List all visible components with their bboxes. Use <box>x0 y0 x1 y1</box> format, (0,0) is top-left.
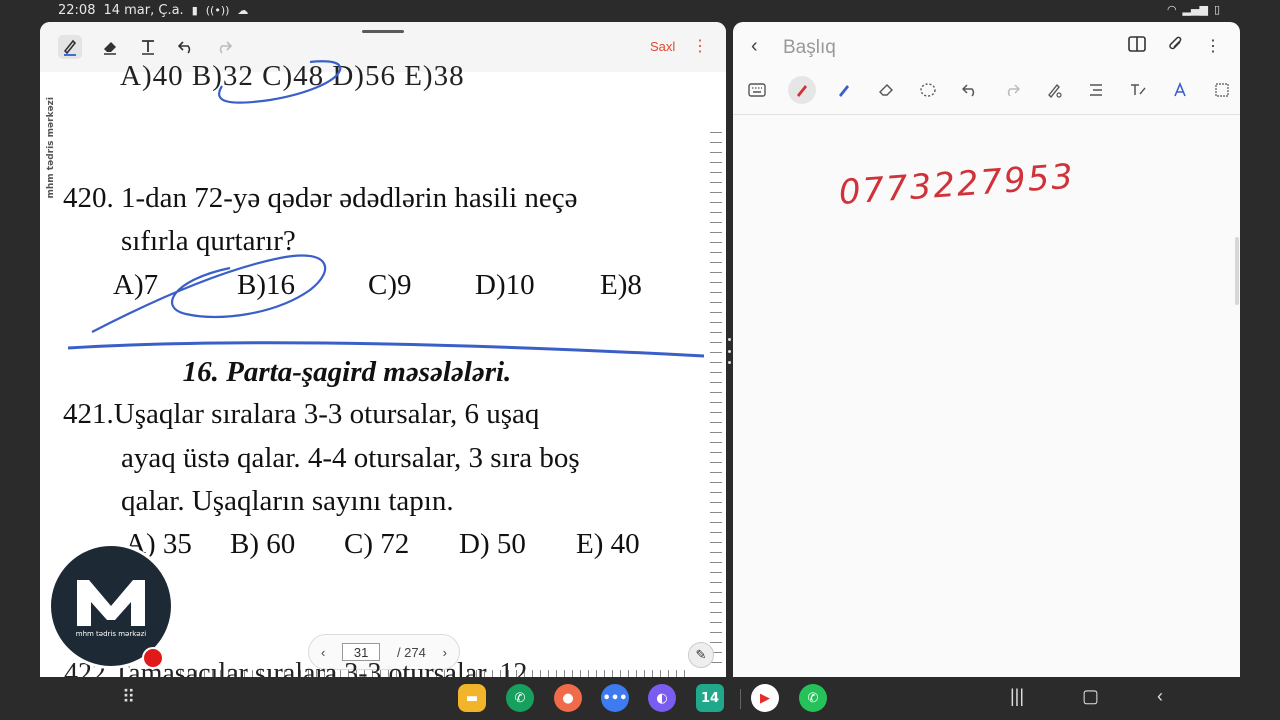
q420-option-b: B)16 <box>237 269 295 301</box>
battery-icon: ▯ <box>1213 3 1220 16</box>
cloud-icon: ☁ <box>237 4 249 17</box>
q421-line3: qalar. Uşaqların sayını tapın. <box>121 485 454 517</box>
youtube-app-icon[interactable]: ▶ <box>751 684 779 712</box>
text-box-icon[interactable] <box>1208 76 1236 104</box>
save-button[interactable]: Saxl <box>650 39 675 54</box>
back-arrow-icon[interactable]: ‹ <box>751 35 758 58</box>
messages-app-icon[interactable]: ••• <box>601 684 629 712</box>
pen-icon[interactable] <box>58 35 82 59</box>
q421-option-d: D) 50 <box>459 528 526 560</box>
font-style-icon[interactable] <box>1166 76 1194 104</box>
battery-alert-icon: ▮ <box>191 4 198 17</box>
wifi-icon: ◠ <box>1166 3 1177 16</box>
notes-toolbar <box>733 76 1240 106</box>
home-icon[interactable]: ▢ <box>1082 686 1099 707</box>
files-app-icon[interactable]: ▬ <box>458 684 486 712</box>
vertical-ruler <box>708 132 722 672</box>
eraser-icon[interactable] <box>98 35 122 59</box>
lasso-icon[interactable] <box>914 76 942 104</box>
q420-option-c: C)9 <box>368 269 412 301</box>
handwriting-to-text-icon[interactable] <box>1124 76 1152 104</box>
redo-icon[interactable] <box>998 76 1026 104</box>
side-watermark: mhm tədris mərkəzi <box>46 97 56 199</box>
q421-option-b: B) 60 <box>230 528 296 560</box>
notes-header: ‹ Başlıq ⋮ <box>733 22 1240 72</box>
undo-icon[interactable] <box>174 35 198 59</box>
status-date: 14 mar, Ç.a. <box>103 3 184 18</box>
undo-icon[interactable] <box>956 76 984 104</box>
keyboard-icon[interactable] <box>743 76 771 104</box>
previous-question-answers: A)40 B)32 C)48 D)56 E)38 <box>120 60 465 92</box>
contacts-app-icon[interactable]: ● <box>554 684 582 712</box>
status-time: 22:08 <box>58 3 96 18</box>
handwritten-phone-number: 0773227953 <box>837 156 1077 213</box>
q420-line2: sıfırla qurtarır? <box>121 225 296 257</box>
recent-apps-icon[interactable]: ||| <box>1010 686 1024 707</box>
notes-panel: ‹ Başlıq ⋮ 0773227953 <box>733 22 1240 677</box>
logo-caption: mhm tədris mərkəzi <box>75 630 147 638</box>
signal-icon: ▂▄▆ <box>1182 3 1208 16</box>
redo-icon[interactable] <box>212 35 236 59</box>
q421-option-e: E) 40 <box>576 528 640 560</box>
book-view-icon[interactable] <box>1128 36 1146 57</box>
status-bar: 22:08 14 mar, Ç.a. ▮ ((•)) ☁ ◠ ▂▄▆ ▯ <box>0 0 1280 22</box>
highlighter-icon[interactable] <box>830 76 858 104</box>
dock-divider <box>740 689 741 709</box>
notes-scrollbar[interactable] <box>1235 237 1239 305</box>
pen-red-icon[interactable] <box>788 76 816 104</box>
pen-settings-icon[interactable] <box>1040 76 1068 104</box>
text-tool-icon[interactable] <box>136 35 160 59</box>
navigation-bar: ⠿ ▬ ✆ ● ••• ◐ 14 ▶ ✆ ||| ▢ ‹ <box>0 677 1280 720</box>
more-vertical-icon[interactable]: ⋮ <box>1205 36 1221 56</box>
apps-grid-icon[interactable]: ⠿ <box>122 687 135 708</box>
split-view-handle[interactable] <box>727 338 731 364</box>
text-align-icon[interactable] <box>1082 76 1110 104</box>
attachment-icon[interactable] <box>1168 36 1184 57</box>
eraser-icon[interactable] <box>872 76 900 104</box>
window-drag-handle[interactable] <box>362 30 404 33</box>
section-title: 16. Parta-şagird məsələləri. <box>182 356 512 388</box>
q421-line2: ayaq üstə qalar. 4-4 otursalar, 3 sıra b… <box>121 442 580 474</box>
hotspot-icon: ((•)) <box>205 4 230 17</box>
phone-app-icon[interactable]: ✆ <box>506 684 534 712</box>
q420-line1: 420. 1-dan 72-yə qədər ədədlərin hasili … <box>63 182 578 214</box>
more-vertical-icon[interactable]: ⋮ <box>692 36 708 56</box>
q420-option-e: E)8 <box>600 269 642 301</box>
q421-line1: 421.Uşaqlar sıralara 3-3 otursalar, 6 uş… <box>63 398 540 430</box>
notes-canvas[interactable]: 0773227953 <box>733 115 1240 677</box>
internet-app-icon[interactable]: ◐ <box>648 684 676 712</box>
recording-indicator <box>142 647 164 669</box>
q421-option-c: C) 72 <box>344 528 410 560</box>
note-title-field[interactable]: Başlıq <box>783 37 836 59</box>
edit-pdf-icon[interactable]: ✎ <box>688 642 714 668</box>
q420-option-d: D)10 <box>475 269 535 301</box>
whatsapp-app-icon[interactable]: ✆ <box>799 684 827 712</box>
q420-option-a: A)7 <box>113 269 159 301</box>
tablet-screen: 22:08 14 mar, Ç.a. ▮ ((•)) ☁ ◠ ▂▄▆ ▯ Sax… <box>0 0 1280 720</box>
back-icon[interactable]: ‹ <box>1157 686 1163 707</box>
calendar-app-icon[interactable]: 14 <box>696 684 724 712</box>
